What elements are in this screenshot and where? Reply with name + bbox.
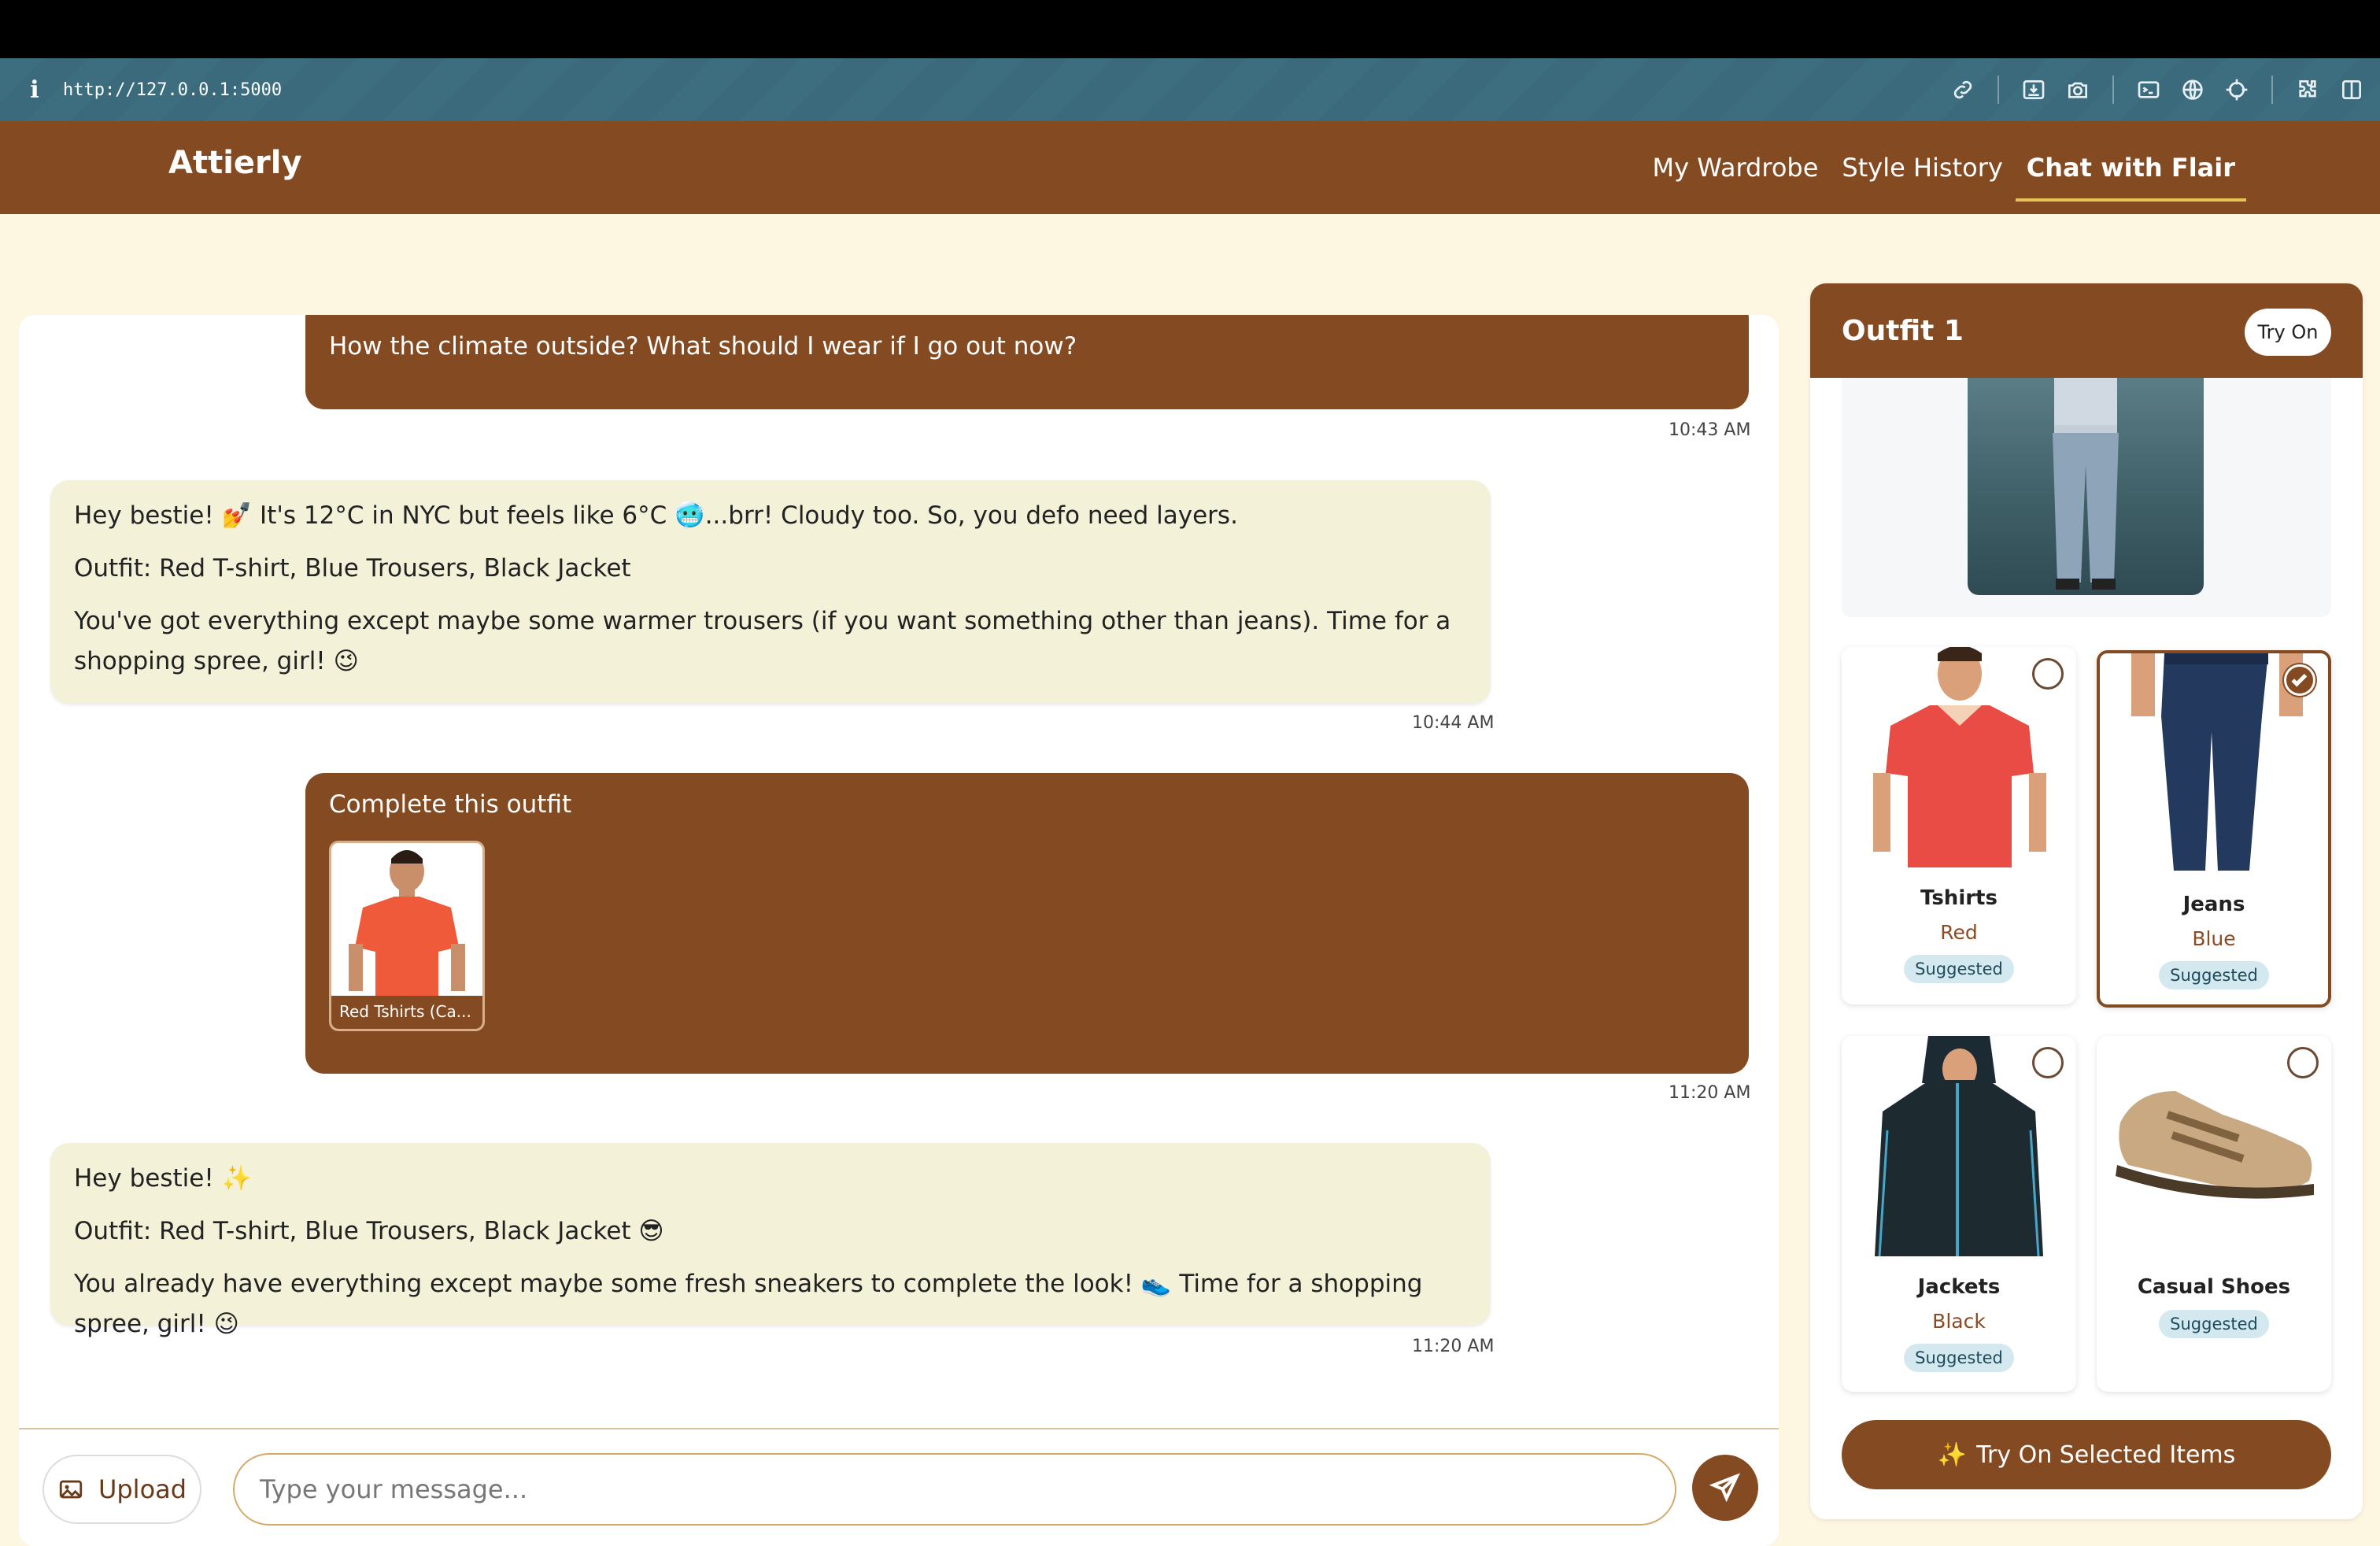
item-select-radio[interactable]	[2287, 1047, 2319, 1078]
chat-panel: How the climate outside? What should I w…	[19, 315, 1779, 1546]
try-on-selected-button[interactable]: ✨ Try On Selected Items	[1842, 1420, 2331, 1489]
item-info: Tshirts Red Suggested	[1842, 869, 2076, 983]
nav-chat-with-flair[interactable]: Chat with Flair	[2015, 121, 2247, 214]
message-composer: Upload	[19, 1428, 1779, 1546]
user-message: How the climate outside? What should I w…	[305, 315, 1749, 409]
user-message: Complete this outfit Red Tshirts (Ca...	[305, 773, 1749, 1074]
model-photo	[2053, 378, 2119, 590]
extensions-icon[interactable]	[2292, 74, 2323, 105]
message-line: Hey bestie! ✨	[74, 1164, 253, 1193]
item-color: Red	[1940, 921, 1978, 944]
camera-icon[interactable]	[2062, 74, 2094, 105]
outfit-panel: Outfit 1 Try On Tshirts Red Suggested Je…	[1810, 283, 2363, 1519]
message-input[interactable]	[233, 1453, 1676, 1526]
item-color: Black	[1932, 1310, 1986, 1333]
item-name: Jackets	[1917, 1275, 2001, 1299]
message-text: Complete this outfit	[329, 790, 572, 819]
download-icon[interactable]	[2018, 74, 2049, 105]
item-name: Jeans	[2182, 893, 2245, 916]
item-select-radio[interactable]	[2032, 658, 2064, 690]
try-on-button[interactable]: Try On	[2245, 309, 2331, 356]
message-line: Outfit: Red T-shirt, Blue Trousers, Blac…	[74, 1217, 664, 1245]
message-line: Hey bestie! 💅 It's 12°C in NYC but feels…	[74, 501, 1238, 530]
main-nav: My Wardrobe Style History Chat with Flai…	[1629, 121, 2247, 214]
item-info: Jeans Blue Suggested	[2100, 875, 2328, 989]
url-field[interactable]: http://127.0.0.1:5000	[63, 80, 282, 100]
message-timestamp: 10:44 AM	[1412, 713, 1495, 733]
checkmark-icon	[2291, 673, 2308, 687]
app-header: Attierly My Wardrobe Style History Chat …	[0, 121, 2380, 214]
suggested-badge: Suggested	[1904, 1344, 2014, 1372]
item-select-radio[interactable]	[2284, 664, 2315, 696]
upload-button[interactable]: Upload	[42, 1455, 201, 1524]
browser-actions	[1935, 58, 2367, 121]
suggested-badge: Suggested	[2159, 961, 2269, 989]
outfit-title: Outfit 1	[1842, 315, 1964, 347]
bot-message: Hey bestie! 💅 It's 12°C in NYC but feels…	[50, 480, 1491, 704]
attachment-thumbnail[interactable]: Red Tshirts (Ca...	[329, 841, 485, 1031]
outfit-item-card[interactable]: Jackets Black Suggested	[1842, 1036, 2076, 1392]
item-name: Casual Shoes	[2137, 1275, 2291, 1299]
message-timestamp: 11:20 AM	[1412, 1337, 1495, 1356]
brand-logo[interactable]: Attierly	[168, 145, 302, 181]
suggested-badge: Suggested	[2159, 1310, 2269, 1338]
send-icon	[1709, 1473, 1740, 1503]
item-select-radio[interactable]	[2032, 1047, 2064, 1078]
message-text: How the climate outside? What should I w…	[329, 332, 1077, 361]
globe-icon[interactable]	[2177, 74, 2208, 105]
item-name: Tshirts	[1920, 886, 1998, 910]
item-info: Casual Shoes Suggested	[2097, 1258, 2331, 1338]
message-timestamp: 11:20 AM	[1669, 1083, 1751, 1103]
sparkle-icon: ✨	[1937, 1441, 1968, 1469]
suggested-badge: Suggested	[1904, 955, 2014, 983]
toolbar-separator	[1998, 76, 1999, 104]
info-icon[interactable]: i	[27, 76, 42, 104]
outfit-item-card[interactable]: Jeans Blue Suggested	[2097, 650, 2331, 1008]
bot-message: Hey bestie! ✨ Outfit: Red T-shirt, Blue …	[50, 1143, 1491, 1338]
crosshair-icon[interactable]	[2221, 74, 2252, 105]
message-line: Outfit: Red T-shirt, Blue Trousers, Blac…	[74, 554, 631, 583]
message-line: You've got everything except maybe some …	[74, 607, 1451, 675]
outfit-item-card[interactable]: Tshirts Red Suggested	[1842, 647, 2076, 1004]
image-icon	[59, 1480, 83, 1499]
item-info: Jackets Black Suggested	[1842, 1258, 2076, 1372]
message-line: You already have everything except maybe…	[74, 1270, 1423, 1338]
nav-style-history[interactable]: Style History	[1842, 121, 2002, 214]
browser-toolbar: i http://127.0.0.1:5000	[0, 58, 2380, 121]
outfit-preview-image[interactable]	[1968, 378, 2204, 595]
outfit-header: Outfit 1 Try On	[1810, 283, 2363, 378]
message-timestamp: 10:43 AM	[1669, 420, 1751, 440]
toolbar-separator	[2271, 76, 2273, 104]
outfit-preview	[1842, 378, 2331, 617]
send-button[interactable]	[1692, 1455, 1758, 1521]
toolbar-separator	[2112, 76, 2114, 104]
red-tshirt-photo	[331, 843, 482, 1000]
upload-label: Upload	[98, 1474, 187, 1504]
nav-my-wardrobe[interactable]: My Wardrobe	[1653, 121, 1819, 214]
sidebar-toggle-icon[interactable]	[2336, 74, 2367, 105]
item-color: Blue	[2192, 927, 2236, 950]
attachment-caption: Red Tshirts (Ca...	[331, 996, 482, 1029]
try-on-selected-label: Try On Selected Items	[1976, 1441, 2236, 1469]
link-icon[interactable]	[1947, 74, 1979, 105]
outfit-item-card[interactable]: Casual Shoes Suggested	[2097, 1036, 2331, 1392]
os-menu-bar	[0, 0, 2380, 58]
terminal-icon[interactable]	[2133, 74, 2164, 105]
